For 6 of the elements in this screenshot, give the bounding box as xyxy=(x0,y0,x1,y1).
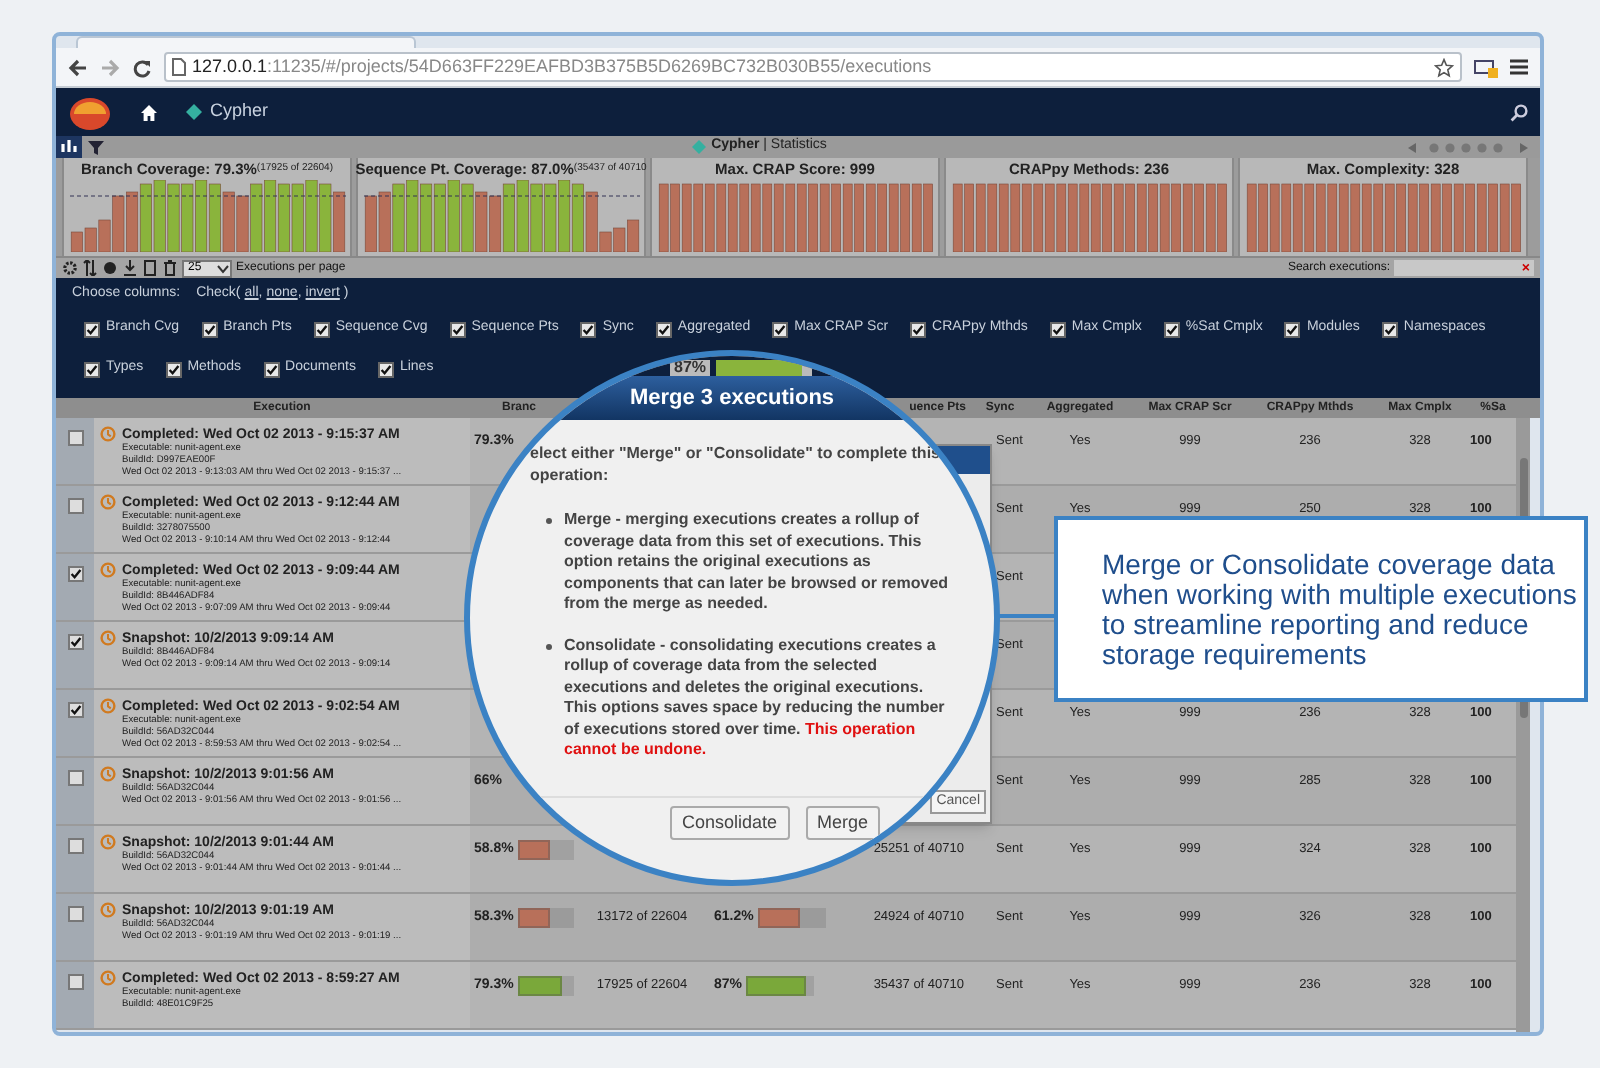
magnified-value: 87% xyxy=(670,360,711,376)
url-text: 127.0.0.1:11235/#/projects/54D663FF229EAFBD3B375B5D6269BC732B030B55/executions xyxy=(192,53,932,80)
bullet-text: Merge - merging executions creates a rollup of coverage data from this set of executions. This option retains the original executions as components that can later be browsed or removed from the merge as needed. xyxy=(564,510,950,615)
callout-text: Merge or Consolidate coverage data when working with multiple executions to streamline reporting and reduce storage requirements xyxy=(1102,549,1578,669)
bullet-text: Consolidate - consolidating executions creates a rollup of coverage data from the selected executions and deletes the original executions. This options saves space by reducing the number of executions stored over time. This operation cannot be undone. xyxy=(564,635,947,761)
dialog-title: Merge 3 executions xyxy=(629,383,835,414)
